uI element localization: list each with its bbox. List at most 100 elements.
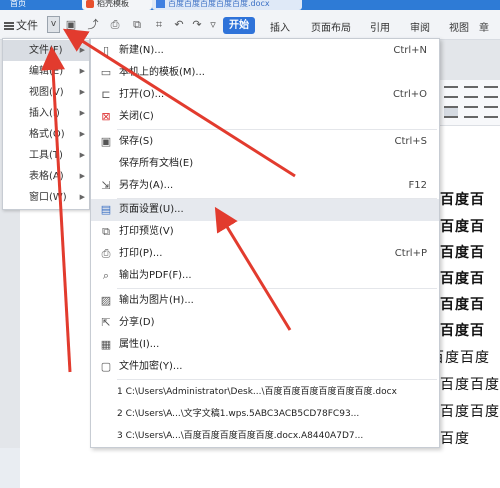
recent-file-1[interactable]: 1 C:\Users\Administrator\Desk...\百度百度百度百… [117, 381, 437, 403]
menu-item-local-templates[interactable]: ▭ 本机上的模板(M)... [91, 62, 439, 84]
tab-start[interactable]: 开始 [223, 17, 255, 34]
document-text-line: 百度百度 [440, 404, 500, 420]
recent-file-3[interactable]: 3 C:\Users\A...\百度百度百度百度百度.docx.A8440A7D… [117, 425, 437, 447]
align-center-icon[interactable] [464, 86, 478, 98]
document-text-line: 百度 [440, 431, 470, 447]
ribbon-paragraph-tools [440, 80, 500, 126]
menu-insert[interactable]: 插入(I) ▶ [3, 103, 89, 124]
menu-label: 格式(O) [29, 129, 65, 140]
print-icon[interactable]: ⎙ [108, 18, 122, 31]
menu-item-open[interactable]: ⊏ 打开(O)... Ctrl+O [91, 84, 439, 106]
menu-tools[interactable]: 工具(T) ▶ [3, 145, 89, 166]
tab-label: 稻壳模板 [97, 0, 129, 8]
save-as-icon: ⇲ [101, 179, 111, 192]
menu-item-label: 分享(D) [119, 317, 155, 328]
menu-label: 视图(V) [29, 87, 64, 98]
menu-table[interactable]: 表格(A) ▶ [3, 166, 89, 187]
print-icon: ⎙ [101, 247, 111, 260]
document-text-line: 百度百 [440, 219, 485, 235]
menu-item-share[interactable]: ⇱ 分享(D) [91, 312, 439, 334]
image-export-icon: ▨ [100, 294, 112, 307]
redo-icon[interactable]: ↷ [190, 18, 204, 31]
menu-item-save-all[interactable]: 保存所有文档(E) [91, 153, 439, 175]
menu-item-label: 输出为PDF(F)... [119, 270, 192, 281]
menu-item-encrypt[interactable]: ▢ 文件加密(Y)... [91, 356, 439, 378]
shortcut-label: Ctrl+P [394, 248, 427, 259]
menu-item-save-as[interactable]: ⇲ 另存为(A)... F12 [91, 175, 439, 197]
menu-item-label: 文件加密(Y)... [119, 361, 183, 372]
tab-references[interactable]: 引用 [370, 19, 390, 34]
menu-item-new[interactable]: ▯ 新建(N)... Ctrl+N [91, 40, 439, 62]
submenu-arrow-icon: ▶ [79, 109, 85, 117]
line-spacing-icon[interactable] [484, 86, 498, 98]
distribute-icon[interactable] [484, 106, 498, 118]
tab-page-layout[interactable]: 页面布局 [311, 19, 351, 34]
encrypt-icon: ▢ [100, 360, 112, 373]
menu-item-label: 本机上的模板(M)... [119, 67, 205, 78]
share-icon: ⇱ [101, 316, 111, 329]
menu-item-label: 保存(S) [119, 136, 154, 147]
menu-item-export-image[interactable]: ▨ 输出为图片(H)... [91, 290, 439, 312]
submenu-arrow-icon: ▶ [79, 130, 85, 138]
shortcut-label: Ctrl+O [392, 89, 427, 100]
menu-item-export-pdf[interactable]: ⌕ 输出为PDF(F)... [91, 265, 439, 287]
menu-item-close[interactable]: ⊠ 关闭(C) [91, 106, 439, 128]
tab-home[interactable]: 首页 [6, 0, 42, 10]
document-text-line: 百度百 [440, 297, 485, 313]
tab-section[interactable]: 章 [479, 19, 489, 34]
hamburger-icon [4, 22, 14, 30]
align-right-icon[interactable] [464, 106, 478, 118]
menu-item-properties[interactable]: ▦ 属性(I)... [91, 334, 439, 356]
menu-format[interactable]: 格式(O) ▶ [3, 124, 89, 145]
save-icon[interactable]: ▣ [64, 18, 78, 31]
menu-item-label: 打印预览(V) [119, 226, 174, 237]
menu-item-print-preview[interactable]: ⧉ 打印预览(V) [91, 221, 439, 243]
menu-item-print[interactable]: ⎙ 打印(P)... Ctrl+P [91, 243, 439, 265]
justify-icon[interactable] [444, 106, 458, 118]
tab-view[interactable]: 视图 [449, 19, 469, 34]
shortcut-label: Ctrl+N [393, 45, 427, 56]
menu-file[interactable]: 文件(F) ▶ [3, 40, 89, 61]
menu-view[interactable]: 视图(V) ▶ [3, 82, 89, 103]
menu-window[interactable]: 窗口(W) ▶ [3, 187, 89, 208]
menu-label: 窗口(W) [29, 192, 67, 203]
menu-item-save[interactable]: ▣ 保存(S) Ctrl+S [91, 131, 439, 153]
recent-file-2[interactable]: 2 C:\Users\A...\文字文稿1.wps.5ABC3ACB5CD78F… [117, 403, 437, 425]
menu-edit[interactable]: 编辑(E) ▶ [3, 61, 89, 82]
submenu-arrow-icon: ▶ [79, 67, 85, 75]
menu-item-label: 打开(O)... [119, 89, 165, 100]
menu-item-label: 打印(P)... [119, 248, 163, 259]
close-doc-icon: ⊠ [101, 110, 111, 123]
menu-item-label: 关闭(C) [119, 111, 154, 122]
document-text-line: 百度百 [440, 245, 485, 261]
tab-docer-template[interactable]: 稻壳模板 [82, 0, 152, 10]
tab-review[interactable]: 审阅 [410, 19, 430, 34]
submenu-arrow-icon: ▶ [79, 46, 85, 54]
menu-item-label: 另存为(A)... [119, 180, 174, 191]
docer-logo-icon [86, 0, 94, 8]
format-painter-icon[interactable]: ⌗ [152, 18, 166, 31]
word-doc-icon [156, 0, 165, 8]
undo-icon[interactable]: ↶ [172, 18, 186, 31]
tab-active-document[interactable]: 百度百度百度百度百度.docx [152, 0, 302, 10]
tab-insert[interactable]: 插入 [270, 19, 290, 34]
menu-item-page-setup[interactable]: ▤ 页面设置(U)... [91, 199, 439, 221]
properties-icon: ▦ [100, 338, 112, 351]
menu-label: 表格(A) [29, 171, 64, 182]
export-icon[interactable]: ⤴ [86, 18, 100, 31]
quick-access-dropdown-icon[interactable]: ▿ [206, 18, 220, 31]
shortcut-label: F12 [408, 180, 427, 191]
menu-item-label: 输出为图片(H)... [119, 295, 194, 306]
file-dropdown-button[interactable]: v [47, 16, 60, 33]
align-left-icon[interactable] [444, 86, 458, 98]
title-bar: 首页 稻壳模板 百度百度百度百度百度.docx [0, 0, 500, 10]
menu-separator [117, 379, 437, 380]
menu-separator [117, 288, 437, 289]
pdf-icon: ⌕ [102, 269, 110, 282]
file-submenu: ▯ 新建(N)... Ctrl+N ▭ 本机上的模板(M)... ⊏ 打开(O)... C… [90, 38, 440, 448]
menu-item-label: 保存所有文档(E) [119, 158, 194, 169]
new-file-icon: ▯ [102, 44, 110, 57]
print-preview-icon[interactable]: ⧉ [130, 18, 144, 31]
document-text-line: 百度百 [440, 323, 485, 339]
file-menu-button[interactable]: 文件 [4, 17, 38, 33]
